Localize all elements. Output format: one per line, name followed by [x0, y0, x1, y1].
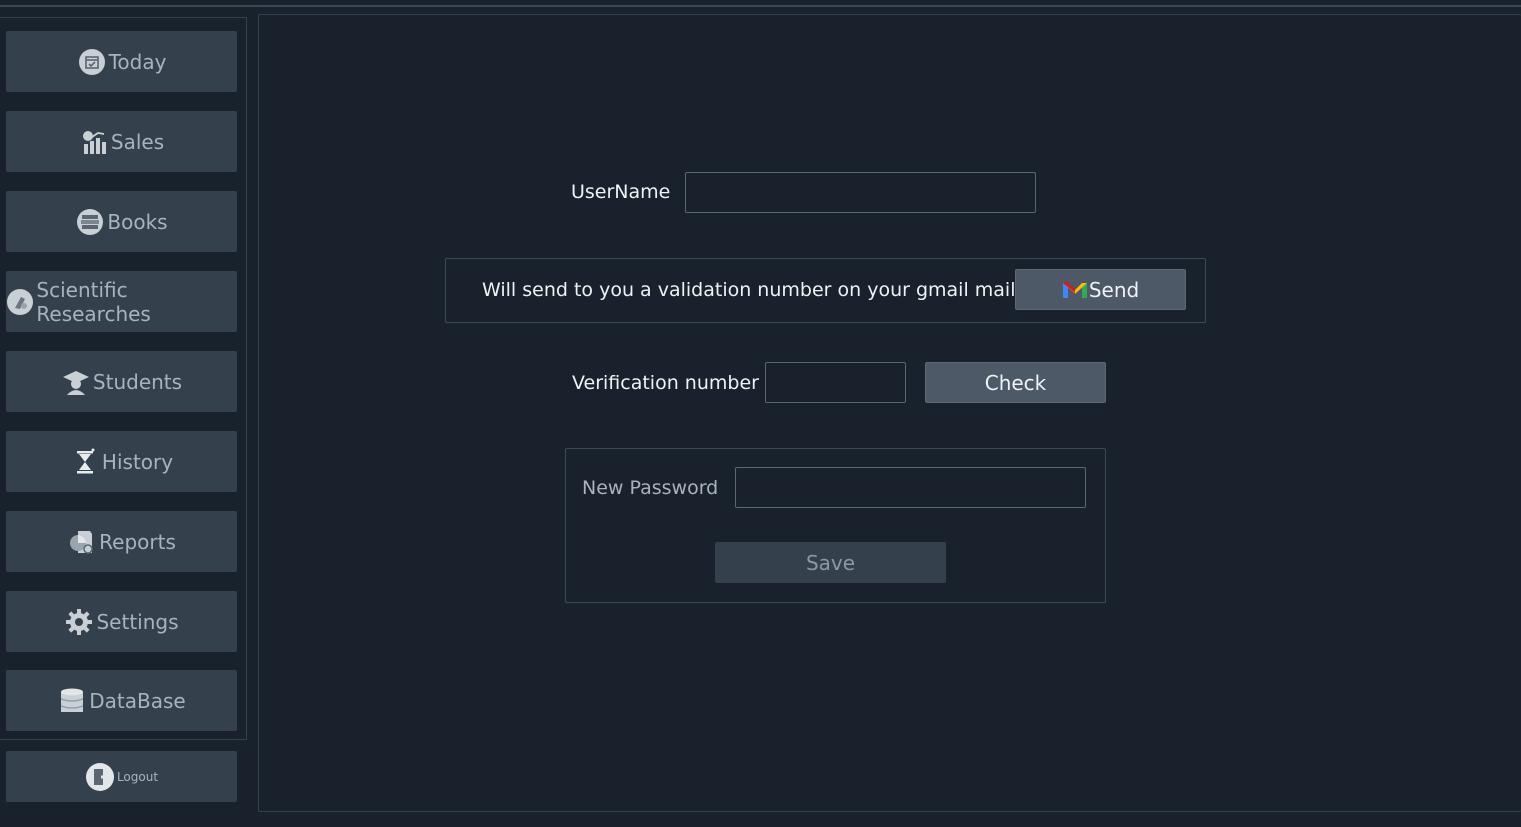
- new-password-input[interactable]: [735, 467, 1086, 508]
- sidebar-item-today[interactable]: Today: [6, 31, 237, 92]
- sidebar-item-database[interactable]: DataBase: [6, 670, 237, 731]
- sidebar-item-label: History: [101, 449, 174, 474]
- check-button[interactable]: Check: [925, 362, 1106, 403]
- verification-input[interactable]: [765, 362, 906, 403]
- send-label: Send: [1088, 277, 1140, 302]
- sidebar-item-reports[interactable]: Reports: [6, 511, 237, 572]
- main-panel: [258, 14, 1521, 812]
- username-input[interactable]: [685, 172, 1036, 213]
- sidebar-item-scientific-researches[interactable]: Scientific Researches: [6, 271, 237, 332]
- sidebar-item-sales[interactable]: Sales: [6, 111, 237, 172]
- sales-chart-icon: [79, 127, 109, 157]
- new-password-label: New Password: [582, 477, 719, 499]
- save-button[interactable]: Save: [715, 542, 946, 583]
- gear-icon: [64, 607, 94, 637]
- graduate-icon: [61, 367, 91, 397]
- gmail-note: Will send to you a validation number on …: [482, 279, 1016, 301]
- research-icon: [6, 287, 34, 317]
- title-bar-divider: [0, 5, 1521, 7]
- database-icon: [57, 686, 87, 716]
- books-icon: [75, 207, 105, 237]
- sidebar-item-label: Today: [108, 49, 167, 74]
- sidebar-item-label: Students: [92, 369, 183, 394]
- sidebar-item-label: Scientific Researches: [36, 277, 151, 326]
- sidebar-item-label: Reports: [99, 529, 176, 554]
- verification-label: Verification number: [572, 372, 759, 394]
- sidebar-item-label: Settings: [96, 609, 179, 634]
- sidebar-item-label: Sales: [110, 129, 165, 154]
- sidebar-item-label: Books: [107, 209, 168, 234]
- calendar-icon: [77, 47, 107, 77]
- sidebar-item-label: DataBase: [89, 688, 186, 713]
- sidebar-item-settings[interactable]: Settings: [6, 591, 237, 652]
- sidebar-item-students[interactable]: Students: [6, 351, 237, 412]
- logout-label: Logout: [116, 769, 159, 784]
- username-label: UserName: [571, 181, 671, 203]
- send-button[interactable]: Send: [1015, 269, 1186, 310]
- report-icon: [67, 527, 97, 557]
- sidebar-item-history[interactable]: History: [6, 431, 237, 492]
- sidebar-item-books[interactable]: Books: [6, 191, 237, 252]
- logout-icon: [85, 762, 115, 792]
- gmail-icon: [1062, 280, 1088, 300]
- hourglass-icon: [70, 447, 100, 477]
- logout-button[interactable]: Logout: [6, 751, 237, 802]
